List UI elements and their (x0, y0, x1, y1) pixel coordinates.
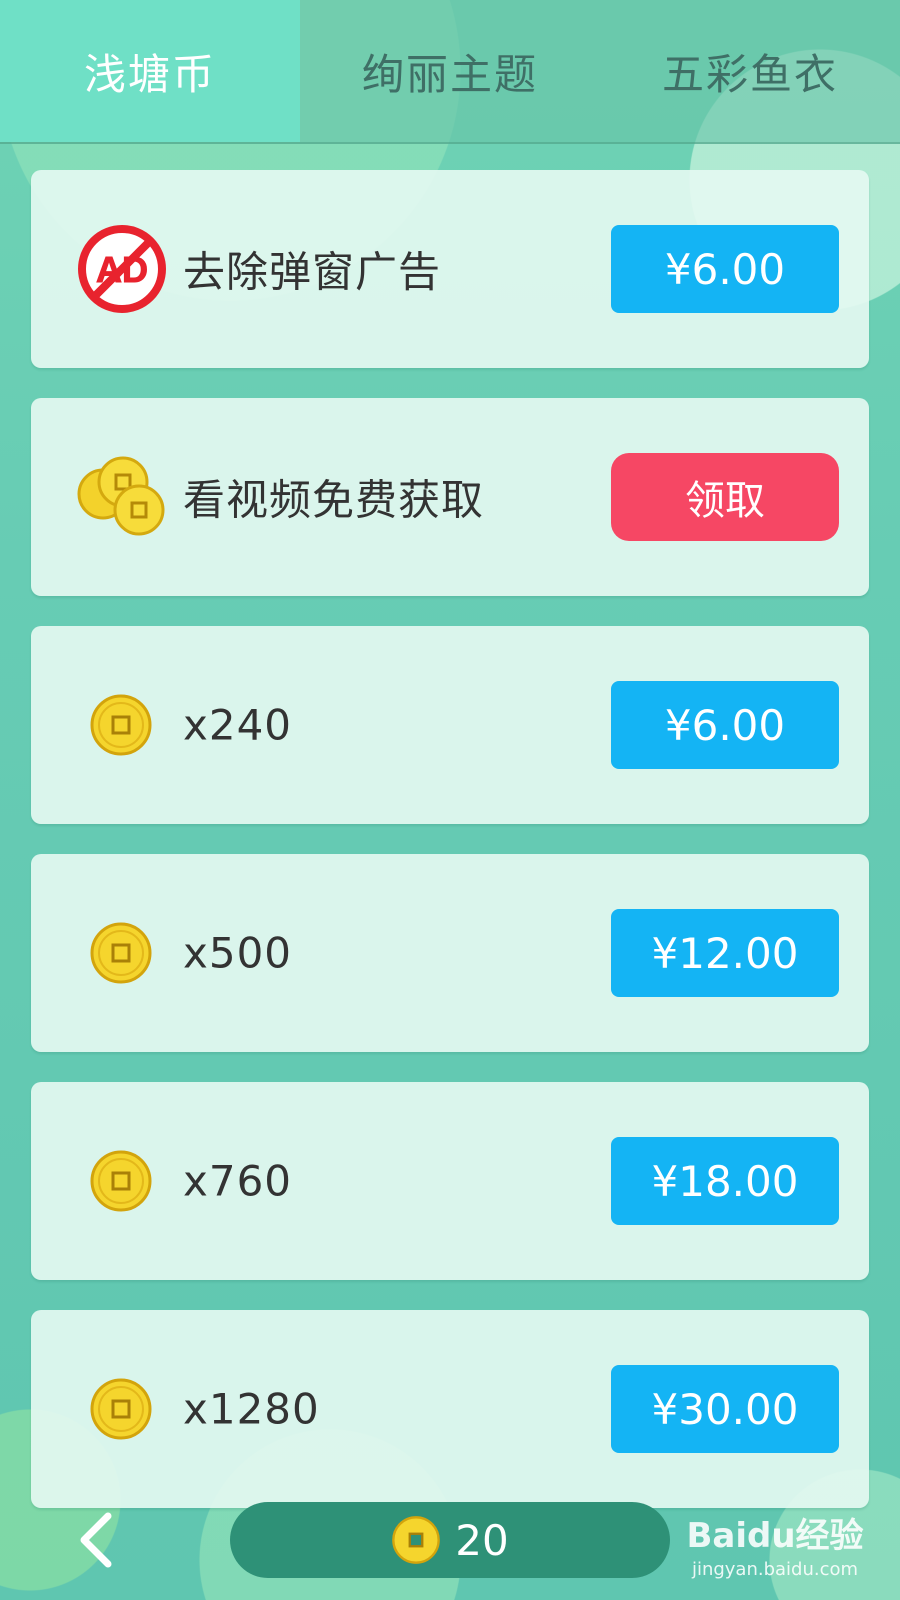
shop-item-watch-video: 看视频免费获取 领取 (31, 398, 869, 596)
coin-icon (392, 1516, 441, 1564)
coin-balance-value: 20 (455, 1515, 509, 1565)
item-label: x500 (183, 928, 293, 978)
tab-fish-skins[interactable]: 五彩鱼衣 (600, 0, 900, 142)
tab-themes[interactable]: 绚丽主题 (300, 0, 600, 142)
coin-stack-icon (77, 456, 165, 536)
item-label: 看视频免费获取 (183, 475, 485, 525)
buy-coins-240-button[interactable]: ¥6.00 (611, 681, 839, 769)
no-ad-icon: AD (78, 225, 166, 313)
buy-coins-1280-button[interactable]: ¥30.00 (611, 1365, 839, 1453)
watermark-brand: Baidu经验 (686, 1516, 864, 1556)
chevron-left-icon[interactable] (70, 1510, 130, 1570)
tab-pond-coins[interactable]: 浅塘币 (0, 0, 300, 142)
coin-icon (90, 1150, 152, 1212)
shop-item-coins-1280: x1280 ¥30.00 (31, 1310, 869, 1508)
buy-coins-500-button[interactable]: ¥12.00 (611, 909, 839, 997)
coin-balance: 20 (230, 1502, 670, 1578)
coin-icon (90, 694, 152, 756)
buy-coins-760-button[interactable]: ¥18.00 (611, 1137, 839, 1225)
shop-item-coins-240: x240 ¥6.00 (31, 626, 869, 824)
watermark: Baidu经验 jingyan.baidu.com (680, 1508, 870, 1580)
shop-item-list: AD 去除弹窗广告 ¥6.00 看视频免费获取 领取 x240 ¥6.00 (31, 170, 869, 1538)
coin-icon (90, 922, 152, 984)
shop-item-coins-760: x760 ¥18.00 (31, 1082, 869, 1280)
tab-bar: 浅塘币 绚丽主题 五彩鱼衣 (0, 0, 900, 144)
shop-item-coins-500: x500 ¥12.00 (31, 854, 869, 1052)
item-label: 去除弹窗广告 (183, 247, 442, 297)
watermark-url: jingyan.baidu.com (691, 1559, 859, 1580)
shop-item-remove-ads: AD 去除弹窗广告 ¥6.00 (31, 170, 869, 368)
claim-button[interactable]: 领取 (611, 453, 839, 541)
buy-remove-ads-button[interactable]: ¥6.00 (611, 225, 839, 313)
item-label: x240 (183, 700, 293, 750)
item-label: x760 (183, 1156, 293, 1206)
item-label: x1280 (183, 1384, 320, 1434)
coin-icon (90, 1378, 152, 1440)
